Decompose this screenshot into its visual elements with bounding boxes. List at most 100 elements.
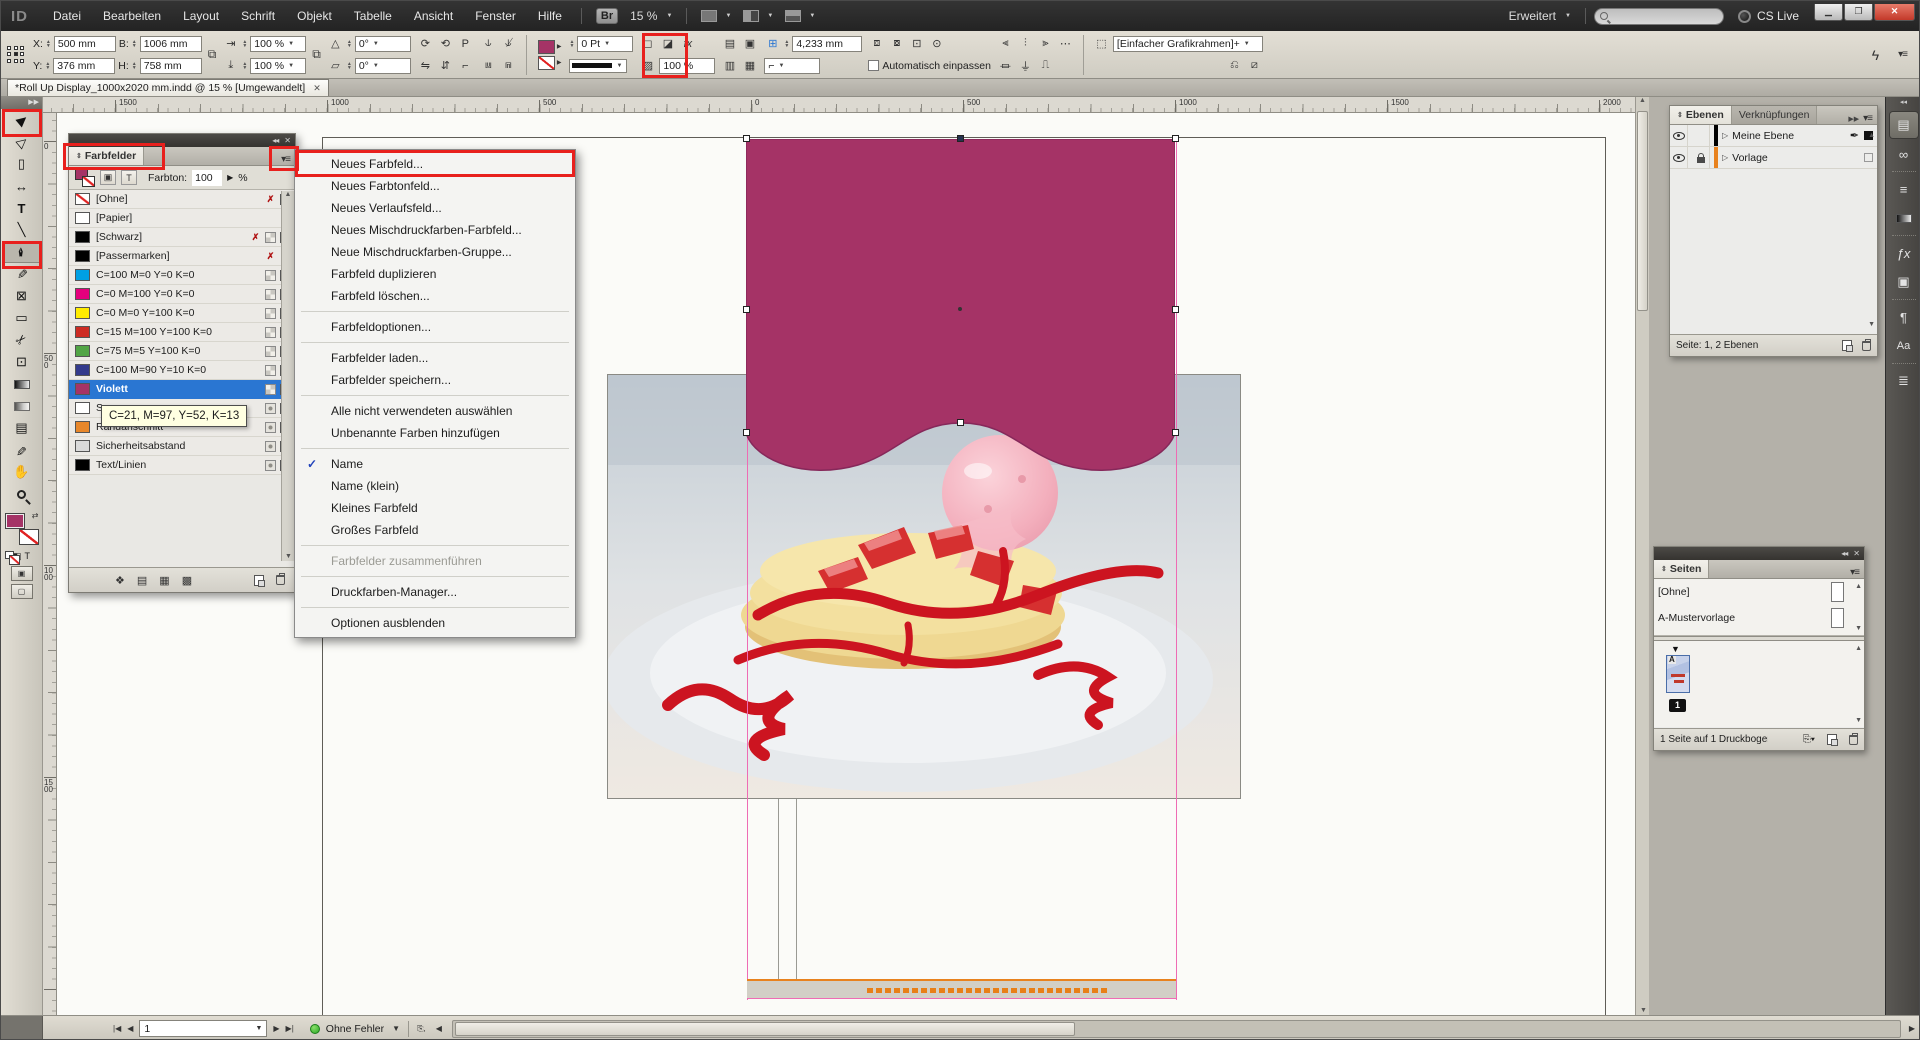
free-transform-tool[interactable]: ⊡ bbox=[3, 351, 41, 373]
scale-y-spinner[interactable] bbox=[242, 62, 247, 70]
width-spinner[interactable] bbox=[132, 40, 137, 48]
character-panel-icon[interactable]: Aa bbox=[1890, 333, 1918, 359]
tab-verknuepfungen[interactable]: Verknüpfungen bbox=[1732, 106, 1818, 124]
zoom-tool[interactable] bbox=[3, 483, 41, 505]
pages-scroll-up-icon[interactable]: ▲ bbox=[1855, 645, 1862, 652]
menu-objekt[interactable]: Objekt bbox=[286, 9, 343, 23]
handle-bottom-center[interactable] bbox=[957, 419, 964, 426]
effects-icon[interactable]: fx bbox=[679, 36, 696, 52]
layers-scroll-up-icon[interactable]: ▲ bbox=[1868, 132, 1875, 139]
swatch-row--passermarken-[interactable]: [Passermarken]✗⊕ bbox=[69, 247, 295, 266]
menu-datei[interactable]: Datei bbox=[42, 9, 92, 23]
handle-bottom-right[interactable] bbox=[1172, 429, 1179, 436]
tint-flyout-icon[interactable]: ▶ bbox=[227, 173, 233, 182]
menu-tabelle[interactable]: Tabelle bbox=[343, 9, 403, 23]
swatch-row-c-100-m-0-y-0-k-0[interactable]: C=100 M=0 Y=0 K=0 bbox=[69, 266, 295, 285]
swatch-views-icon[interactable]: ❖ bbox=[115, 574, 125, 587]
bring-forward-icon[interactable]: ⫝ bbox=[480, 36, 497, 52]
search-input[interactable] bbox=[1594, 8, 1724, 25]
panel-collapse-icon[interactable]: ◂◂ bbox=[1841, 549, 1847, 558]
align-center-icon[interactable]: ⫶ bbox=[1017, 36, 1034, 52]
shear-spinner[interactable] bbox=[347, 62, 352, 70]
handle-bottom-left[interactable] bbox=[743, 429, 750, 436]
show-all-swatches-icon[interactable]: ▤ bbox=[137, 574, 147, 587]
constrain-dimensions-icon[interactable]: ⧉ bbox=[208, 47, 217, 62]
reference-point-grid[interactable] bbox=[5, 44, 27, 66]
flip-horizontal-icon[interactable]: ⇋ bbox=[417, 58, 434, 74]
vertical-scrollbar-thumb[interactable] bbox=[1637, 111, 1648, 311]
menu-item-neues-verlaufsfeld-[interactable]: Neues Verlaufsfeld... bbox=[295, 197, 575, 219]
preflight-panel-icon[interactable]: ⎘, bbox=[417, 1024, 426, 1034]
previous-page-icon[interactable]: ◀ bbox=[127, 1024, 133, 1033]
toolbar-fill-swatch[interactable] bbox=[5, 513, 25, 529]
menu-item-optionen-ausblenden[interactable]: Optionen ausblenden bbox=[295, 612, 575, 634]
horizontal-scrollbar[interactable] bbox=[452, 1020, 1901, 1038]
layers-scroll-down-icon[interactable]: ▼ bbox=[1868, 321, 1875, 328]
new-layer-icon[interactable] bbox=[1842, 340, 1852, 351]
menu-item-farbfeld-l-schen-[interactable]: Farbfeld löschen... bbox=[295, 285, 575, 307]
line-tool[interactable]: ╲ bbox=[3, 219, 41, 241]
vertical-ruler[interactable]: 050010001500 bbox=[43, 113, 57, 1015]
stroke-dropdown-arrow[interactable]: ▶ bbox=[557, 59, 562, 66]
clear-overrides-icon[interactable]: ⎌ bbox=[1226, 58, 1243, 74]
swatch-row-text-linien[interactable]: Text/Linien bbox=[69, 456, 295, 475]
corner-options-icon[interactable]: ◻ bbox=[639, 36, 656, 52]
align-right-icon[interactable]: ⫸ bbox=[1037, 36, 1054, 52]
rotate-90cw-icon[interactable]: ⟳ bbox=[417, 36, 434, 52]
restore-button[interactable]: ❐ bbox=[1844, 4, 1873, 21]
rotation-field[interactable]: 0° bbox=[355, 36, 411, 52]
last-page-icon[interactable]: ▶| bbox=[286, 1024, 294, 1033]
page-transitions-icon[interactable]: ⎘▾ bbox=[1803, 734, 1815, 745]
pathfinder-panel-icon[interactable]: ▣ bbox=[1890, 269, 1918, 295]
hand-tool[interactable]: ✋ bbox=[3, 461, 41, 483]
swatch-row-c-0-m-100-y-0-k-0[interactable]: C=0 M=100 Y=0 K=0 bbox=[69, 285, 295, 304]
new-page-icon[interactable] bbox=[1827, 734, 1837, 745]
shear-field[interactable]: 0° bbox=[355, 58, 411, 74]
menu-item-unbenannte-farben-hinzuf-gen[interactable]: Unbenannte Farben hinzufügen bbox=[295, 422, 575, 444]
menu-fenster[interactable]: Fenster bbox=[464, 9, 527, 23]
wrap-around-icon[interactable]: ▣ bbox=[741, 36, 758, 52]
tab-ebenen[interactable]: ⇕Ebenen bbox=[1670, 106, 1732, 124]
bring-front-icon[interactable]: ⩏ bbox=[480, 58, 497, 74]
swatch-row-c-75-m-5-y-100-k-0[interactable]: C=75 M=5 Y=100 K=0 bbox=[69, 342, 295, 361]
swatch-row--ohne-[interactable]: [Ohne]✗ bbox=[69, 190, 295, 209]
fill-frame-icon[interactable]: ⊡ bbox=[908, 36, 925, 52]
view-options-dropdown[interactable] bbox=[701, 10, 731, 22]
paragraph-panel-icon[interactable]: ¶ bbox=[1890, 304, 1918, 330]
swatch-row--papier-[interactable]: [Papier] bbox=[69, 209, 295, 228]
selection-tool[interactable]: ▶ bbox=[3, 109, 41, 131]
y-spinner[interactable] bbox=[45, 62, 50, 70]
visibility-cell[interactable] bbox=[1670, 125, 1688, 146]
scale-x-field[interactable]: 100 % bbox=[250, 36, 306, 52]
swatch-row-c-100-m-90-y-10-k-0[interactable]: C=100 M=90 Y=10 K=0 bbox=[69, 361, 295, 380]
next-page-icon[interactable]: ▶ bbox=[273, 1024, 279, 1033]
swatch-row--schwarz-[interactable]: [Schwarz]✗ bbox=[69, 228, 295, 247]
align-left-icon[interactable]: ⫷ bbox=[997, 36, 1014, 52]
menu-hilfe[interactable]: Hilfe bbox=[527, 9, 573, 23]
swatch-row-sicherheitsabstand[interactable]: Sicherheitsabstand bbox=[69, 437, 295, 456]
menu-item-farbfelder-laden-[interactable]: Farbfelder laden... bbox=[295, 347, 575, 369]
menu-item-gro-es-farbfeld[interactable]: Großes Farbfeld bbox=[295, 519, 575, 541]
document-tab[interactable]: *Roll Up Display_1000x2020 mm.indd @ 15 … bbox=[7, 79, 329, 96]
expand-triangle-icon[interactable]: ▷ bbox=[1722, 131, 1728, 140]
note-tool[interactable]: ▤ bbox=[3, 417, 41, 439]
distribute-h-icon[interactable]: ⏛ bbox=[997, 58, 1014, 74]
width-field[interactable]: 1006 mm bbox=[140, 36, 202, 52]
select-container-icon[interactable]: P bbox=[457, 36, 474, 52]
fill-color-swatch[interactable] bbox=[538, 40, 555, 54]
gap-tool[interactable]: ↔ bbox=[3, 175, 41, 197]
arrange-documents-dropdown[interactable] bbox=[785, 10, 815, 22]
layers-panel-menu-icon[interactable] bbox=[1863, 112, 1872, 124]
menu-item-neues-mischdruckfarben-farbfeld-[interactable]: Neues Mischdruckfarben-Farbfeld... bbox=[295, 219, 575, 241]
handle-mid-right[interactable] bbox=[1172, 306, 1179, 313]
send-backward-icon[interactable]: ⫝̸ bbox=[500, 36, 517, 52]
text-wrap-panel-icon[interactable]: ≡ bbox=[1890, 176, 1918, 202]
minimize-button[interactable]: ▁ bbox=[1814, 4, 1843, 21]
stroke-style-dropdown[interactable] bbox=[569, 59, 627, 73]
new-swatch-icon[interactable] bbox=[254, 575, 264, 586]
menu-item-neues-farbfeld-[interactable]: Neues Farbfeld... bbox=[295, 153, 575, 175]
delete-page-icon[interactable] bbox=[1849, 735, 1858, 745]
lock-cell[interactable] bbox=[1692, 125, 1710, 146]
center-content-icon[interactable]: ⊙ bbox=[928, 36, 945, 52]
menu-item-alle-nicht-verwendeten-ausw-hlen[interactable]: Alle nicht verwendeten auswählen bbox=[295, 400, 575, 422]
